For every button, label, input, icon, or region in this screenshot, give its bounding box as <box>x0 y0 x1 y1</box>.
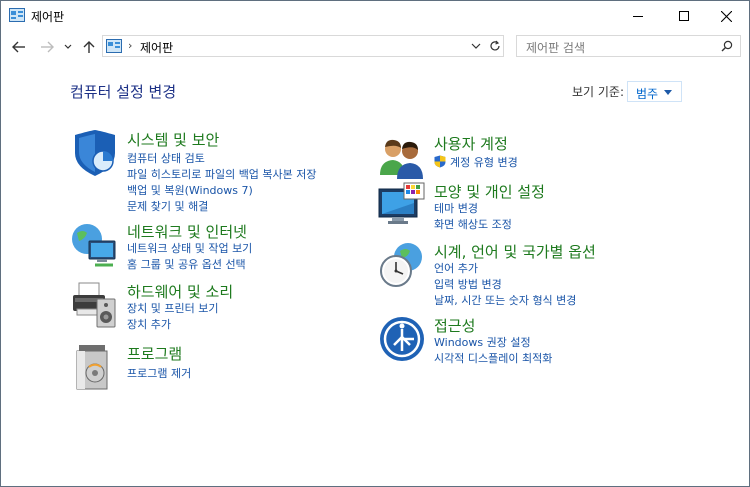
control-panel-icon <box>9 8 25 22</box>
window-title: 제어판 <box>31 10 65 24</box>
search-icon[interactable] <box>721 40 733 52</box>
network-globe-icon[interactable] <box>71 221 119 269</box>
back-arrow-icon <box>12 41 25 53</box>
accessibility-icon[interactable] <box>378 315 426 363</box>
up-arrow-icon <box>83 41 95 53</box>
forward-button[interactable] <box>37 37 57 57</box>
search-input[interactable]: 제어판 검색 <box>526 39 585 56</box>
category-title[interactable]: 하드웨어 및 소리 <box>127 281 233 302</box>
forward-arrow-icon <box>41 41 54 53</box>
refresh-button[interactable] <box>487 38 503 54</box>
category-title[interactable]: 접근성 <box>434 315 475 336</box>
title-bar[interactable]: 제어판 <box>1 1 749 31</box>
link-file-history[interactable]: 파일 히스토리로 파일의 백업 복사본 저장 <box>127 166 317 182</box>
clock-globe-icon[interactable] <box>378 241 426 289</box>
category-title[interactable]: 사용자 계정 <box>434 133 508 154</box>
breadcrumb[interactable]: 제어판 <box>140 39 173 56</box>
link-troubleshoot[interactable]: 문제 찾기 및 해결 <box>127 198 208 214</box>
link-date-time-format[interactable]: 날짜, 시간 또는 숫자 형식 변경 <box>434 292 576 308</box>
maximize-button[interactable] <box>661 1 707 31</box>
back-button[interactable] <box>9 37 29 57</box>
link-screen-resolution[interactable]: 화면 해상도 조정 <box>434 216 512 232</box>
link-add-device[interactable]: 장치 추가 <box>127 316 171 332</box>
chevron-down-icon <box>64 44 72 49</box>
view-by-label: 보기 기준: <box>572 85 625 99</box>
link-change-input-method[interactable]: 입력 방법 변경 <box>434 276 502 292</box>
up-button[interactable] <box>79 37 99 57</box>
link-uninstall-program[interactable]: 프로그램 제거 <box>127 365 191 381</box>
link-change-theme[interactable]: 테마 변경 <box>434 200 478 216</box>
control-panel-window: 제어판 › 제어판 제어판 검색 컴퓨터 설정 변경 보기 기준: 범주 시스템… <box>0 0 750 487</box>
link-review-status[interactable]: 컴퓨터 상태 검토 <box>127 150 205 166</box>
printer-icon[interactable] <box>71 281 119 329</box>
link-optimize-display[interactable]: 시각적 디스플레이 최적화 <box>434 350 552 366</box>
breadcrumb-separator-icon: › <box>128 39 133 52</box>
category-title[interactable]: 모양 및 개인 설정 <box>434 181 545 202</box>
refresh-icon <box>490 40 500 51</box>
minimize-icon <box>633 16 643 17</box>
users-icon[interactable] <box>378 133 426 181</box>
address-bar[interactable]: › 제어판 <box>102 35 504 57</box>
dropdown-arrow-icon <box>664 90 672 95</box>
category-title[interactable]: 네트워크 및 인터넷 <box>127 221 247 242</box>
link-label: 계정 유형 변경 <box>450 156 518 169</box>
uac-shield-icon <box>434 155 446 168</box>
link-add-language[interactable]: 언어 추가 <box>434 260 478 276</box>
maximize-icon <box>679 11 689 21</box>
link-recommended-settings[interactable]: Windows 권장 설정 <box>434 334 531 350</box>
category-title[interactable]: 프로그램 <box>127 343 182 364</box>
category-title[interactable]: 시스템 및 보안 <box>127 129 219 150</box>
close-icon <box>720 10 732 22</box>
display-personalization-icon[interactable] <box>378 181 426 229</box>
page-title: 컴퓨터 설정 변경 <box>70 83 177 101</box>
view-by-dropdown[interactable]: 범주 <box>627 81 682 102</box>
chevron-down-icon[interactable] <box>471 40 481 52</box>
control-panel-icon <box>106 39 122 53</box>
navigation-bar: › 제어판 제어판 검색 <box>1 31 749 63</box>
recent-locations-button[interactable] <box>61 37 75 57</box>
close-button[interactable] <box>703 1 749 31</box>
link-backup-restore[interactable]: 백업 및 복원(Windows 7) <box>127 182 253 198</box>
link-homegroup[interactable]: 홈 그룹 및 공유 옵션 선택 <box>127 256 246 272</box>
category-title[interactable]: 시계, 언어 및 국가별 옵션 <box>434 241 596 262</box>
view-by-value: 범주 <box>636 87 659 101</box>
link-change-account-type[interactable]: 계정 유형 변경 <box>434 154 518 170</box>
link-network-status[interactable]: 네트워크 상태 및 작업 보기 <box>127 240 252 256</box>
programs-icon[interactable] <box>71 343 119 391</box>
search-box[interactable]: 제어판 검색 <box>516 35 741 57</box>
minimize-button[interactable] <box>615 1 661 31</box>
shield-icon[interactable] <box>71 129 119 177</box>
link-devices-printers[interactable]: 장치 및 프린터 보기 <box>127 300 218 316</box>
